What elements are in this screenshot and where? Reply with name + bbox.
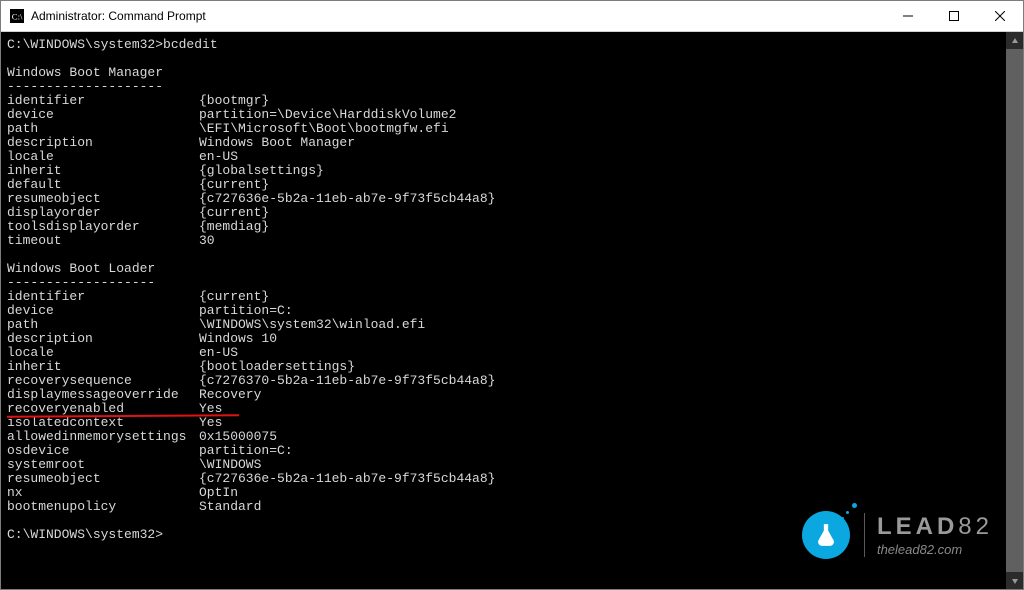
scroll-down-arrow-icon[interactable] <box>1006 572 1023 589</box>
vertical-scrollbar[interactable] <box>1006 32 1023 589</box>
cmd-window: C:\ Administrator: Command Prompt C:\WIN… <box>0 0 1024 590</box>
kv-row: localeen-US <box>7 346 1000 360</box>
kv-row: descriptionWindows Boot Manager <box>7 136 1000 150</box>
kv-row: resumeobject{c727636e-5b2a-11eb-ab7e-9f7… <box>7 192 1000 206</box>
terminal-area: C:\WINDOWS\system32>bcdedit Windows Boot … <box>1 32 1023 589</box>
close-button[interactable] <box>977 1 1023 31</box>
section-divider: -------------------- <box>7 80 1000 94</box>
minimize-button[interactable] <box>885 1 931 31</box>
section-divider: ------------------- <box>7 276 1000 290</box>
kv-row: default{current} <box>7 178 1000 192</box>
kv-row: path\EFI\Microsoft\Boot\bootmgfw.efi <box>7 122 1000 136</box>
section-title: Windows Boot Manager <box>7 66 1000 80</box>
kv-row: timeout30 <box>7 234 1000 248</box>
command-line: C:\WINDOWS\system32>bcdedit <box>7 38 1000 52</box>
cmd-icon: C:\ <box>9 8 25 24</box>
scroll-thumb[interactable] <box>1006 49 1023 572</box>
kv-row: displaymessageoverrideRecovery <box>7 388 1000 402</box>
kv-row: recoverysequence{c7276370-5b2a-11eb-ab7e… <box>7 374 1000 388</box>
svg-text:C:\: C:\ <box>12 12 23 22</box>
kv-row: devicepartition=C: <box>7 304 1000 318</box>
kv-row: resumeobject{c727636e-5b2a-11eb-ab7e-9f7… <box>7 472 1000 486</box>
kv-row: isolatedcontextYes <box>7 416 1000 430</box>
kv-row: identifier{bootmgr} <box>7 94 1000 108</box>
kv-row: localeen-US <box>7 150 1000 164</box>
maximize-button[interactable] <box>931 1 977 31</box>
kv-row: displayorder{current} <box>7 206 1000 220</box>
kv-row: path\WINDOWS\system32\winload.efi <box>7 318 1000 332</box>
section-title: Windows Boot Loader <box>7 262 1000 276</box>
kv-row: inherit{globalsettings} <box>7 164 1000 178</box>
kv-row: allowedinmemorysettings0x15000075 <box>7 430 1000 444</box>
window-title: Administrator: Command Prompt <box>31 9 206 23</box>
titlebar[interactable]: C:\ Administrator: Command Prompt <box>1 1 1023 32</box>
kv-row: identifier{current} <box>7 290 1000 304</box>
kv-row: inherit{bootloadersettings} <box>7 360 1000 374</box>
terminal[interactable]: C:\WINDOWS\system32>bcdedit Windows Boot … <box>1 32 1006 589</box>
scroll-up-arrow-icon[interactable] <box>1006 32 1023 49</box>
kv-row: osdevicepartition=C: <box>7 444 1000 458</box>
kv-row: toolsdisplayorder{memdiag} <box>7 220 1000 234</box>
kv-row: nxOptIn <box>7 486 1000 500</box>
scroll-track[interactable] <box>1006 49 1023 572</box>
kv-row: descriptionWindows 10 <box>7 332 1000 346</box>
kv-row: bootmenupolicyStandard <box>7 500 1000 514</box>
kv-row: systemroot\WINDOWS <box>7 458 1000 472</box>
kv-row: devicepartition=\Device\HarddiskVolume2 <box>7 108 1000 122</box>
prompt-line: C:\WINDOWS\system32> <box>7 528 1000 542</box>
